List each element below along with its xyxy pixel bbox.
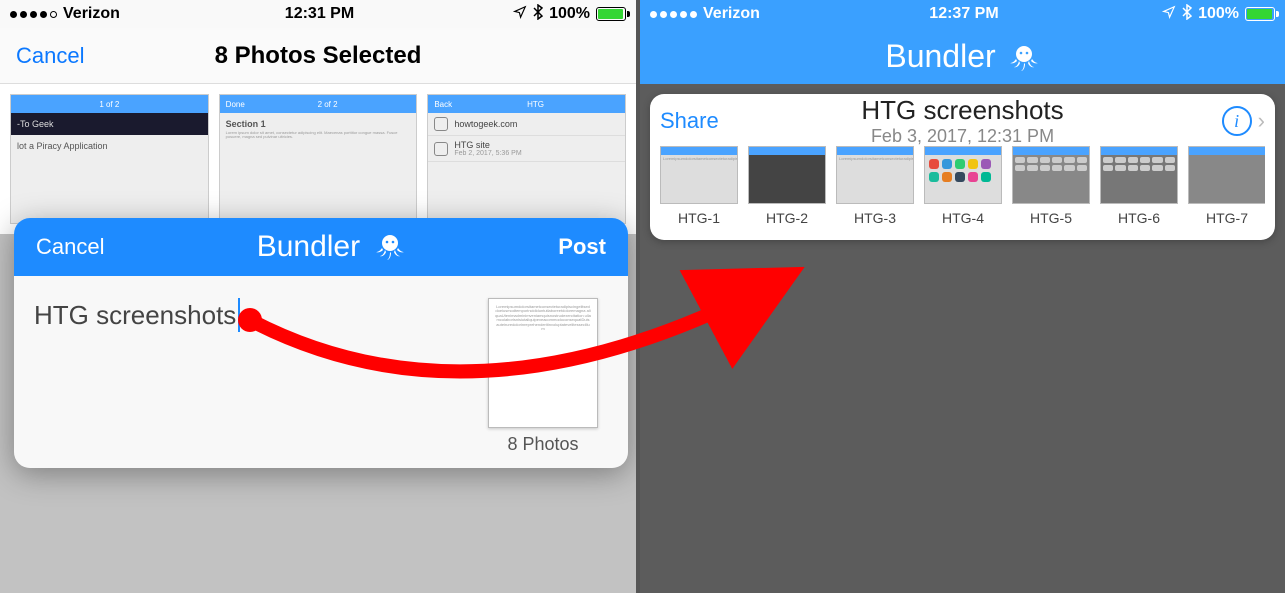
card-done: Done (226, 100, 245, 109)
signal-dots-icon (10, 11, 57, 18)
card-title: HTG (527, 100, 544, 109)
nav-title: Bundler (885, 38, 995, 75)
card-link-row: HTG site Feb 2, 2017, 5:36 PM (428, 136, 625, 162)
bundle-title: HTG screenshots (660, 95, 1265, 126)
grid-card-2[interactable]: Done 2 of 2 Section 1 Lorem ipsum dolor s… (219, 94, 418, 224)
text-caret-icon (238, 298, 240, 332)
chevron-right-icon: › (1258, 108, 1265, 134)
grid-card-1[interactable]: 1 of 2 -To Geek lot a Piracy Application (10, 94, 209, 224)
thumb-item[interactable]: Loremipsumdolorsitametconsecteturadipisc… (836, 146, 914, 226)
thumb-item[interactable]: HTG-5 (1012, 146, 1090, 226)
card-counter: 2 of 2 (318, 100, 338, 109)
signal-dots-icon (650, 11, 697, 18)
bundle-info-button[interactable]: i › (1222, 106, 1265, 136)
thumb-caption: HTG-1 (660, 210, 738, 226)
battery-icon (596, 7, 626, 21)
card-link-row: howtogeek.com (428, 113, 625, 136)
compose-text-input[interactable]: HTG screenshots (34, 298, 458, 332)
thumb-item[interactable]: HTG-6 (1100, 146, 1178, 226)
nav-bar-left: Cancel 8 Photos Selected (0, 28, 636, 84)
thumb-item[interactable]: HTG-4 (924, 146, 1002, 226)
battery-percent: 100% (549, 5, 590, 23)
modal-title: Bundler (257, 230, 360, 264)
card-body-placeholder: Lorem ipsum dolor sit amet, consectetur … (226, 131, 411, 140)
carrier-label: Verizon (63, 5, 120, 23)
status-bar-right: Verizon 12:37 PM 100% (640, 0, 1285, 28)
cancel-button[interactable]: Cancel (16, 43, 84, 69)
card-link-sublabel: Feb 2, 2017, 5:36 PM (454, 150, 521, 157)
modal-cancel-button[interactable]: Cancel (36, 234, 104, 260)
attachment-thumb: Loremipsumdolorsitametconsecteturadipisc… (488, 298, 598, 428)
share-button[interactable]: Share (660, 108, 719, 134)
card-section-label: Section 1 (226, 119, 266, 129)
nav-title: 8 Photos Selected (215, 42, 422, 70)
doc-icon (434, 142, 448, 156)
thumb-caption: HTG-4 (924, 210, 1002, 226)
bluetooth-icon (1182, 4, 1192, 24)
location-icon (1162, 5, 1176, 24)
thumbnail-strip[interactable]: Loremipsumdolorsitametconsecteturadipisc… (660, 146, 1265, 226)
compose-modal: Cancel Bundler Post HTG screenshots Lore… (14, 218, 628, 468)
octopus-icon (1002, 38, 1040, 75)
thumb-caption: HTG-7 (1188, 210, 1265, 226)
location-icon (513, 5, 527, 24)
attachment-caption: 8 Photos (478, 434, 608, 455)
thumb-item[interactable]: HTG-7 (1188, 146, 1265, 226)
carrier-label: Verizon (703, 5, 760, 23)
thumb-caption: HTG-3 (836, 210, 914, 226)
battery-percent: 100% (1198, 5, 1239, 23)
status-bar-left: Verizon 12:31 PM 100% (0, 0, 636, 28)
clock: 12:37 PM (929, 5, 998, 23)
right-screenshot: Verizon 12:37 PM 100% Bundler Share (640, 0, 1285, 593)
thumb-item[interactable]: Loremipsumdolorsitametconsecteturadipisc… (660, 146, 738, 226)
battery-icon (1245, 7, 1275, 21)
left-screenshot: Verizon 12:31 PM 100% Cancel 8 Photos Se… (0, 0, 640, 593)
info-icon: i (1222, 106, 1252, 136)
photo-grid: 1 of 2 -To Geek lot a Piracy Application… (0, 84, 636, 234)
card-link-label: HTG site (454, 140, 521, 150)
clock: 12:31 PM (285, 5, 354, 23)
card-back: Back (434, 100, 452, 109)
card-subline: lot a Piracy Application (11, 135, 208, 159)
compose-text-value: HTG screenshots (34, 300, 236, 331)
grid-card-3[interactable]: Back HTG howtogeek.com HTG site Feb 2, 20… (427, 94, 626, 224)
modal-post-button[interactable]: Post (558, 234, 606, 260)
thumb-caption: HTG-2 (748, 210, 826, 226)
bundle-date: Feb 3, 2017, 12:31 PM (660, 126, 1265, 147)
bluetooth-icon (533, 4, 543, 24)
nav-bar-right: Bundler (640, 28, 1285, 84)
attachment-preview[interactable]: Loremipsumdolorsitametconsecteturadipisc… (478, 298, 608, 455)
card-link-label: howtogeek.com (454, 119, 517, 129)
bundle-card: Share HTG screenshots Feb 3, 2017, 12:31… (650, 94, 1275, 240)
thumb-caption: HTG-6 (1100, 210, 1178, 226)
card-dark-title: -To Geek (11, 113, 208, 135)
thumb-caption: HTG-5 (1012, 210, 1090, 226)
thumb-item[interactable]: HTG-2 (748, 146, 826, 226)
empty-area (640, 250, 1285, 593)
doc-icon (434, 117, 448, 131)
card-counter: 1 of 2 (99, 100, 119, 109)
octopus-icon (368, 230, 406, 264)
